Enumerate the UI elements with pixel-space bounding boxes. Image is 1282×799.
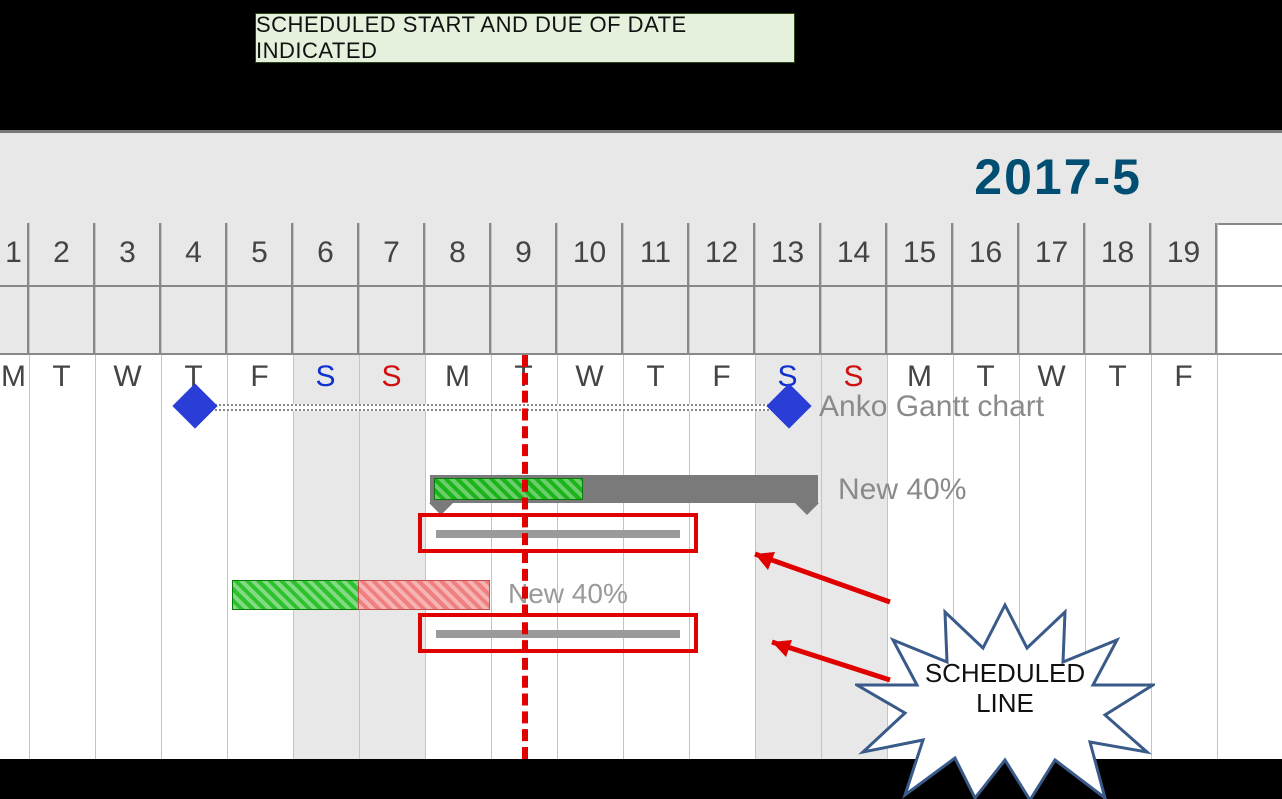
milestone-span xyxy=(195,404,789,411)
annotation-highlight-2 xyxy=(418,613,698,653)
day-number: 1 xyxy=(0,233,27,293)
day-number: 13 xyxy=(756,233,819,293)
annotation-arrow-1 xyxy=(730,542,910,612)
day-number: 10 xyxy=(558,233,621,293)
task-row-1: New 40% xyxy=(0,475,1282,515)
day-number: 3 xyxy=(96,233,159,293)
task1-progress xyxy=(434,478,583,500)
day-number: 6 xyxy=(294,233,357,293)
today-line xyxy=(522,355,528,759)
day-number: 11 xyxy=(624,233,687,293)
day-number: 7 xyxy=(360,233,423,293)
task1-label: New 40% xyxy=(838,473,966,507)
day-number: 8 xyxy=(426,233,489,293)
milestone-end-diamond xyxy=(766,383,811,428)
task2-red xyxy=(358,580,490,610)
annotation-starburst: SCHEDULEDLINE xyxy=(855,600,1155,790)
month-header: 2017-5 xyxy=(0,133,1282,225)
day-number: 9 xyxy=(492,233,555,293)
day-number: 14 xyxy=(822,233,885,293)
title-callout: SCHEDULED START AND DUE OF DATE INDICATE… xyxy=(255,13,795,63)
day-number: 12 xyxy=(690,233,753,293)
day-number: 18 xyxy=(1086,233,1149,293)
day-number: 4 xyxy=(162,233,225,293)
annotation-arrow-2 xyxy=(750,630,910,690)
milestone-label: Anko Gantt chart xyxy=(819,390,1044,424)
annotation-highlight-1 xyxy=(418,513,698,553)
day-number: 17 xyxy=(1020,233,1083,293)
day-number: 16 xyxy=(954,233,1017,293)
title-callout-text: SCHEDULED START AND DUE OF DATE INDICATE… xyxy=(256,12,794,64)
day-number: 19 xyxy=(1152,233,1215,293)
day-number: 15 xyxy=(888,233,951,293)
month-label: 2017-5 xyxy=(974,148,1142,206)
day-number: 5 xyxy=(228,233,291,293)
day-number: 2 xyxy=(30,233,93,293)
milestone-start-diamond xyxy=(172,383,217,428)
task2-green xyxy=(232,580,360,610)
